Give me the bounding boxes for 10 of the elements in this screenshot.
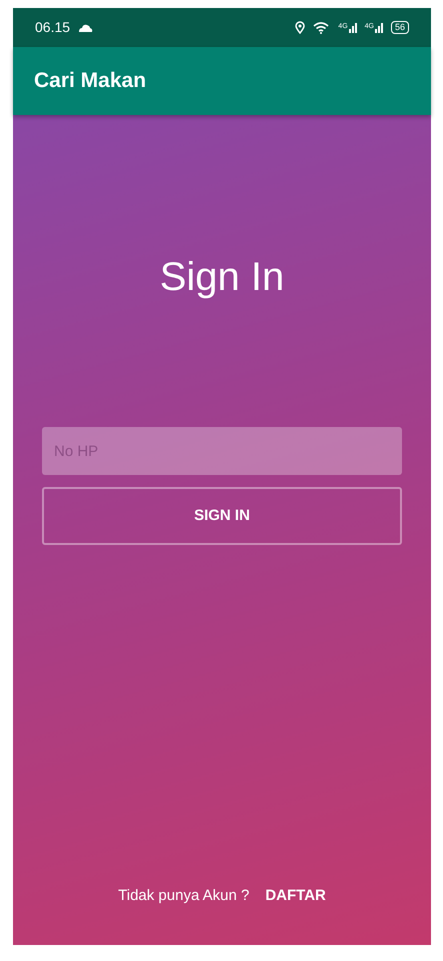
app-title: Cari Makan [34,68,146,94]
register-prompt: Tidak punya Akun ? [118,886,250,906]
status-time: 06.15 [35,18,70,37]
sign-in-button[interactable]: SIGN IN [42,487,402,545]
battery-icon: 56 [390,21,409,34]
wifi-icon [313,21,330,34]
location-icon [295,21,306,34]
register-link[interactable]: DAFTAR [265,884,326,907]
cloud-icon [78,24,94,32]
sign-in-heading: Sign In [160,255,284,299]
